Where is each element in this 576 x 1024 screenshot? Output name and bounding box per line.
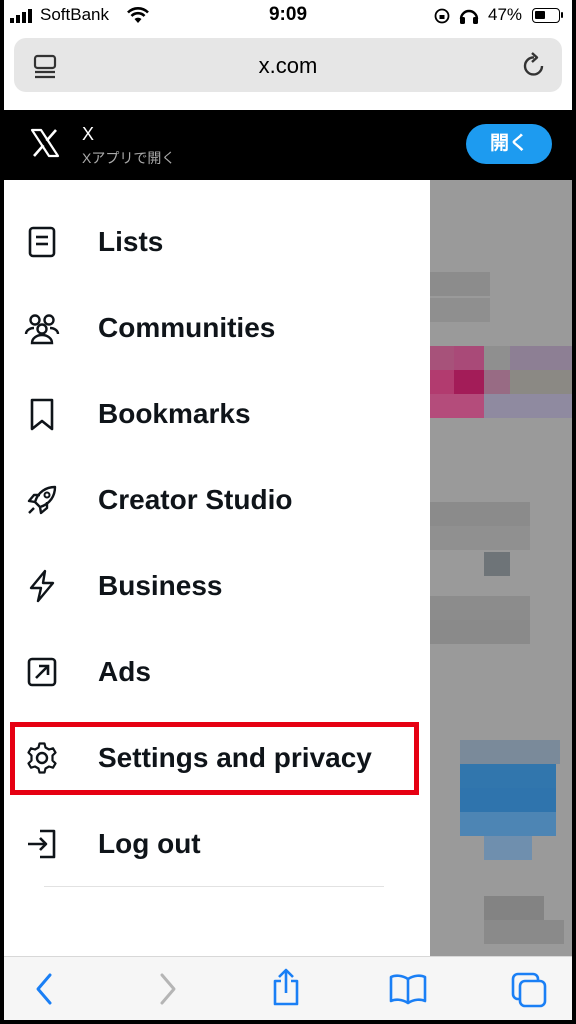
share-icon[interactable] — [270, 967, 302, 1007]
menu-item-communities[interactable]: Communities — [4, 286, 430, 372]
menu-item-ads[interactable]: Ads — [4, 630, 430, 716]
menu-label: Creator Studio — [98, 484, 293, 515]
menu-label: Log out — [98, 828, 201, 859]
lightning-icon — [29, 569, 55, 603]
menu-item-lists[interactable]: Lists — [4, 200, 430, 286]
logout-icon — [28, 829, 56, 859]
tabs-icon[interactable] — [510, 971, 548, 1009]
battery-tip — [561, 12, 563, 18]
menu-divider — [44, 886, 384, 887]
phone-screen: SoftBank 9:09 47% x.com X Xアプリで開く 開く Lis… — [4, 0, 572, 1020]
clock: 9:09 — [268, 4, 308, 25]
x-logo-icon — [30, 128, 60, 158]
list-icon — [28, 226, 56, 258]
menu-item-creator-studio[interactable]: Creator Studio — [4, 458, 430, 544]
bookmark-icon — [30, 398, 54, 431]
annotation-highlight-box — [10, 722, 419, 795]
bookmarks-book-icon[interactable] — [388, 971, 428, 1007]
menu-item-log-out[interactable]: Log out — [4, 802, 430, 888]
battery-percentage: 47% — [488, 5, 523, 24]
banner-subtitle: Xアプリで開く — [82, 150, 176, 166]
blurred-timeline — [430, 180, 572, 956]
address-bar[interactable]: x.com — [14, 38, 562, 92]
menu-label: Bookmarks — [98, 398, 251, 429]
back-icon[interactable] — [32, 971, 56, 1007]
open-app-button[interactable]: 開く — [466, 124, 552, 164]
menu-item-business[interactable]: Business — [4, 544, 430, 630]
communities-icon — [24, 314, 60, 345]
reload-icon[interactable] — [520, 51, 548, 79]
header-gap — [4, 96, 572, 110]
ads-arrow-icon — [27, 657, 57, 687]
browser-toolbar — [4, 956, 572, 1020]
navigation-drawer: Lists Communities Bookmarks Creator Stud… — [4, 180, 430, 956]
menu-item-bookmarks[interactable]: Bookmarks — [4, 372, 430, 458]
open-in-app-banner: X Xアプリで開く 開く — [4, 110, 572, 180]
url-text[interactable]: x.com — [14, 53, 562, 79]
menu-label: Lists — [98, 226, 164, 257]
forward-icon[interactable] — [156, 971, 180, 1007]
rotation-lock-icon — [434, 8, 450, 24]
menu-label: Ads — [98, 656, 151, 687]
rocket-icon — [27, 485, 57, 515]
menu-label: Business — [98, 570, 223, 601]
headphones-icon — [459, 9, 479, 24]
menu-label: Communities — [98, 312, 276, 343]
battery-icon — [532, 8, 560, 23]
status-bar: SoftBank 9:09 47% — [4, 0, 572, 32]
banner-title: X — [82, 124, 95, 144]
